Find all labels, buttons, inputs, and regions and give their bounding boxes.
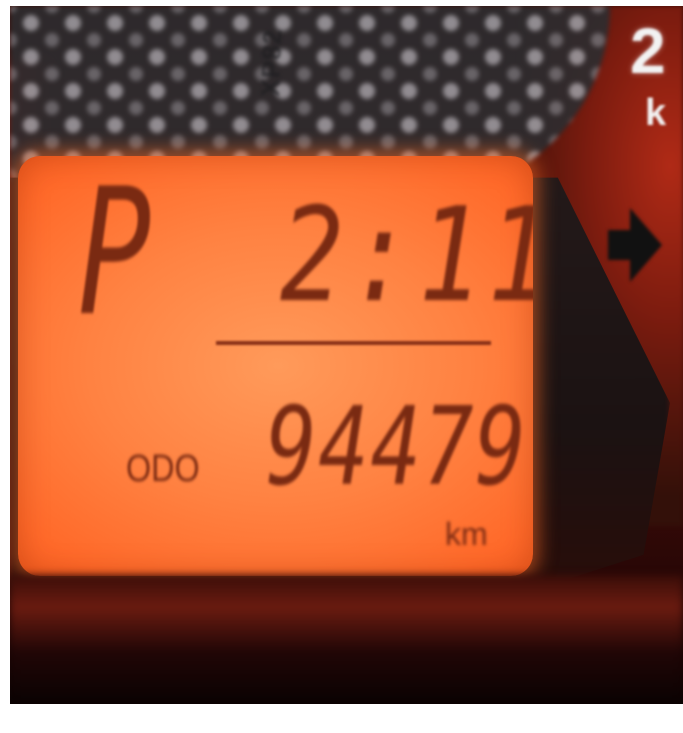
odometer-unit: km (445, 516, 488, 552)
gauge-number: 2 (630, 15, 666, 87)
odometer-value: 94479 (266, 385, 528, 510)
gear-indicator: P (78, 156, 152, 355)
gauge-unit: k (645, 92, 667, 134)
lcd-display: P 2:11 ODO 94479 km (18, 156, 533, 576)
odometer-label: ODO (126, 448, 200, 490)
clock-readout: 2:11 (280, 179, 533, 331)
panel-marking: XP82 (255, 28, 288, 98)
bottom-border (0, 704, 683, 733)
lower-dash-reflection (10, 575, 683, 704)
dashboard-photo: XP82 2 k P 2:11 ODO 94479 km (0, 0, 683, 733)
display-divider (216, 341, 491, 345)
top-border (0, 0, 683, 6)
left-border (0, 0, 10, 733)
